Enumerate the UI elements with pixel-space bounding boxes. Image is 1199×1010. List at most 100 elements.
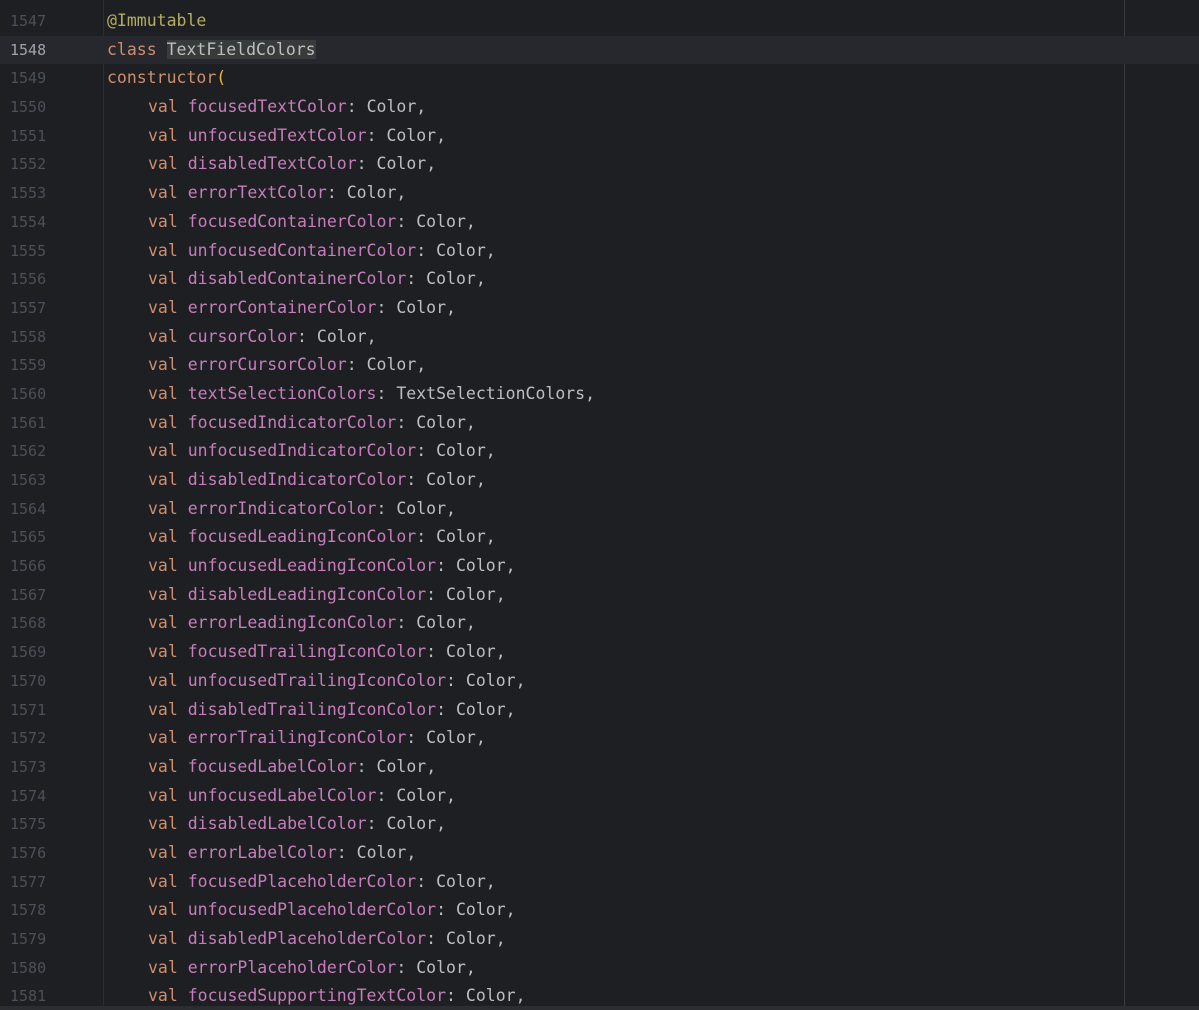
code-line[interactable]: 1560 val textSelectionColors: TextSelecti… [0,380,1199,409]
line-source[interactable]: val focusedContainerColor: Color, [107,208,476,237]
line-number[interactable]: 1579 [10,925,70,954]
line-number[interactable]: 1563 [10,466,70,495]
code-line[interactable]: 1571 val disabledTrailingIconColor: Color… [0,696,1199,725]
line-source[interactable]: val errorCursorColor: Color, [107,351,426,380]
line-number[interactable]: 1556 [10,265,70,294]
line-number[interactable]: 1572 [10,724,70,753]
line-source[interactable]: val focusedPlaceholderColor: Color, [107,868,496,897]
code-area[interactable]: 1547 @Immutable 1548 class TextFieldColors 1… [0,7,1199,1010]
code-line[interactable]: 1554 val focusedContainerColor: Color, [0,208,1199,237]
code-line[interactable]: 1580 val errorPlaceholderColor: Color, [0,954,1199,983]
code-line[interactable]: 1548 class TextFieldColors [0,35,1199,65]
line-number[interactable]: 1566 [10,552,70,581]
line-number[interactable]: 1580 [10,954,70,983]
line-number[interactable]: 1562 [10,437,70,466]
line-source[interactable]: val disabledLabelColor: Color, [107,810,446,839]
line-number[interactable]: 1564 [10,495,70,524]
line-number[interactable]: 1554 [10,208,70,237]
line-number[interactable]: 1547 [10,7,70,36]
line-number[interactable]: 1557 [10,294,70,323]
line-source[interactable]: val focusedTextColor: Color, [107,93,426,122]
line-source[interactable]: constructor( [107,64,226,93]
code-line[interactable]: 1579 val disabledPlaceholderColor: Color, [0,925,1199,954]
line-source[interactable]: val unfocusedPlaceholderColor: Color, [107,896,516,925]
code-line[interactable]: 1551 val unfocusedTextColor: Color, [0,122,1199,151]
line-source[interactable]: val focusedLeadingIconColor: Color, [107,523,496,552]
code-line[interactable]: 1563 val disabledIndicatorColor: Color, [0,466,1199,495]
line-number[interactable]: 1555 [10,237,70,266]
line-number[interactable]: 1549 [10,64,70,93]
code-line[interactable]: 1575 val disabledLabelColor: Color, [0,810,1199,839]
line-number[interactable]: 1548 [10,36,70,65]
line-number[interactable]: 1561 [10,409,70,438]
code-line[interactable]: 1577 val focusedPlaceholderColor: Color, [0,868,1199,897]
line-source[interactable]: val unfocusedTrailingIconColor: Color, [107,667,526,696]
code-line[interactable]: 1557 val errorContainerColor: Color, [0,294,1199,323]
line-number[interactable]: 1574 [10,782,70,811]
code-line[interactable]: 1562 val unfocusedIndicatorColor: Color, [0,437,1199,466]
line-source[interactable]: val disabledTrailingIconColor: Color, [107,696,516,725]
line-source[interactable]: val disabledContainerColor: Color, [107,265,486,294]
line-number[interactable]: 1573 [10,753,70,782]
line-source[interactable]: val unfocusedIndicatorColor: Color, [107,437,496,466]
code-line[interactable]: 1552 val disabledTextColor: Color, [0,150,1199,179]
code-line[interactable]: 1553 val errorTextColor: Color, [0,179,1199,208]
code-line[interactable]: 1578 val unfocusedPlaceholderColor: Color… [0,896,1199,925]
line-source[interactable]: val errorIndicatorColor: Color, [107,495,456,524]
code-line[interactable]: 1550 val focusedTextColor: Color, [0,93,1199,122]
code-line[interactable]: 1574 val unfocusedLabelColor: Color, [0,782,1199,811]
line-source[interactable]: val unfocusedTextColor: Color, [107,122,446,151]
code-line[interactable]: 1564 val errorIndicatorColor: Color, [0,495,1199,524]
code-line[interactable]: 1558 val cursorColor: Color, [0,323,1199,352]
line-number[interactable]: 1551 [10,122,70,151]
code-line[interactable]: 1556 val disabledContainerColor: Color, [0,265,1199,294]
line-source[interactable]: val unfocusedLeadingIconColor: Color, [107,552,516,581]
line-source[interactable]: val disabledLeadingIconColor: Color, [107,581,506,610]
code-line[interactable]: 1573 val focusedLabelColor: Color, [0,753,1199,782]
code-line[interactable]: 1576 val errorLabelColor: Color, [0,839,1199,868]
code-line[interactable]: 1572 val errorTrailingIconColor: Color, [0,724,1199,753]
line-source[interactable]: val disabledIndicatorColor: Color, [107,466,486,495]
line-number[interactable]: 1567 [10,581,70,610]
line-number[interactable]: 1571 [10,696,70,725]
line-number[interactable]: 1570 [10,667,70,696]
line-number[interactable]: 1553 [10,179,70,208]
line-number[interactable]: 1552 [10,150,70,179]
line-source[interactable]: val cursorColor: Color, [107,323,377,352]
line-source[interactable]: @Immutable [107,7,206,36]
line-source[interactable]: val errorTrailingIconColor: Color, [107,724,486,753]
line-source[interactable]: val errorLabelColor: Color, [107,839,416,868]
code-line[interactable]: 1567 val disabledLeadingIconColor: Color, [0,581,1199,610]
line-number[interactable]: 1578 [10,896,70,925]
line-source[interactable]: val disabledPlaceholderColor: Color, [107,925,506,954]
line-number[interactable]: 1560 [10,380,70,409]
line-source[interactable]: val focusedIndicatorColor: Color, [107,409,476,438]
code-editor[interactable]: 1547 @Immutable 1548 class TextFieldColors 1… [0,0,1199,1010]
line-source[interactable]: val focusedLabelColor: Color, [107,753,436,782]
line-number[interactable]: 1559 [10,351,70,380]
line-number[interactable]: 1565 [10,523,70,552]
code-line[interactable]: 1565 val focusedLeadingIconColor: Color, [0,523,1199,552]
line-source[interactable]: val unfocusedLabelColor: Color, [107,782,456,811]
code-line[interactable]: 1559 val errorCursorColor: Color, [0,351,1199,380]
line-source[interactable]: val disabledTextColor: Color, [107,150,436,179]
line-source[interactable]: val unfocusedContainerColor: Color, [107,237,496,266]
line-source[interactable]: class TextFieldColors [107,36,316,65]
code-line[interactable]: 1570 val unfocusedTrailingIconColor: Colo… [0,667,1199,696]
line-number[interactable]: 1569 [10,638,70,667]
line-number[interactable]: 1576 [10,839,70,868]
line-source[interactable]: val errorLeadingIconColor: Color, [107,609,476,638]
code-line[interactable]: 1568 val errorLeadingIconColor: Color, [0,609,1199,638]
code-line[interactable]: 1569 val focusedTrailingIconColor: Color, [0,638,1199,667]
line-number[interactable]: 1575 [10,810,70,839]
code-line[interactable]: 1555 val unfocusedContainerColor: Color, [0,237,1199,266]
line-source[interactable]: val errorPlaceholderColor: Color, [107,954,476,983]
line-source[interactable]: val errorTextColor: Color, [107,179,406,208]
line-number[interactable]: 1558 [10,323,70,352]
line-source[interactable]: val errorContainerColor: Color, [107,294,456,323]
code-line[interactable]: 1549 constructor( [0,64,1199,93]
line-number[interactable]: 1550 [10,93,70,122]
line-number[interactable]: 1577 [10,868,70,897]
line-source[interactable]: val textSelectionColors: TextSelectionCo… [107,380,595,409]
code-line[interactable]: 1566 val unfocusedLeadingIconColor: Color… [0,552,1199,581]
